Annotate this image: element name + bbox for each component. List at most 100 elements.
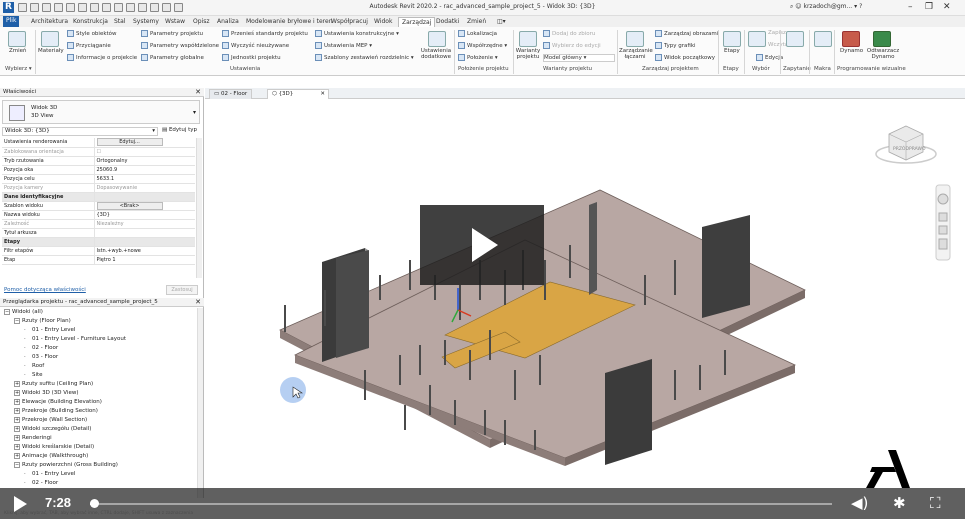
chevron-down-icon[interactable]: ▾ bbox=[193, 109, 196, 116]
property-value[interactable]: Niezależny bbox=[94, 219, 195, 228]
property-value[interactable]: 5633.1 bbox=[94, 174, 195, 183]
phases-button[interactable]: Etapy bbox=[724, 48, 740, 54]
tree-item[interactable]: + Renderingi bbox=[0, 434, 204, 443]
instance-selector[interactable]: Widok 3D: {3D} ▾ bbox=[2, 127, 158, 136]
modify-cursor-icon[interactable] bbox=[8, 31, 26, 47]
tree-item[interactable]: · 02 - Floor bbox=[0, 479, 204, 488]
minimize-button[interactable]: – bbox=[908, 2, 913, 12]
dynamo-player-icon[interactable] bbox=[873, 31, 891, 47]
expand-icon[interactable]: + bbox=[14, 416, 20, 423]
tab-annotate[interactable]: Opisz bbox=[190, 17, 212, 26]
tree-item[interactable]: + Rzuty sufitu (Ceiling Plan) bbox=[0, 380, 204, 389]
property-value[interactable]: Ortogonalny bbox=[94, 156, 195, 165]
object-styles-button[interactable]: Style obiektów bbox=[67, 30, 117, 37]
tab-architecture[interactable]: Architektura bbox=[28, 17, 71, 26]
progress-track[interactable] bbox=[90, 503, 832, 505]
property-value[interactable]: Istn.+wyb.+nowe bbox=[94, 246, 195, 255]
collapse-icon[interactable]: − bbox=[4, 308, 10, 315]
expand-icon[interactable]: + bbox=[14, 389, 20, 396]
close-icon[interactable]: ✕ bbox=[195, 298, 201, 306]
project-units-button[interactable]: Jednostki projektu bbox=[222, 54, 281, 61]
expand-icon[interactable]: + bbox=[14, 452, 20, 459]
tab-addins[interactable]: Dodatki bbox=[433, 17, 462, 26]
coordinates-button[interactable]: Współrzędne ▾ bbox=[458, 42, 507, 49]
location-button[interactable]: Lokalizacja bbox=[458, 30, 497, 37]
ribbon-minimize-icon[interactable]: ◫▾ bbox=[494, 17, 509, 26]
video-play-overlay[interactable] bbox=[420, 205, 544, 285]
tab-insert[interactable]: Wstaw bbox=[162, 17, 188, 26]
structural-settings-button[interactable]: Ustawienia konstrukcyjne ▾ bbox=[315, 30, 399, 37]
tab-massing[interactable]: Modelowanie bryłowe i teren bbox=[243, 17, 336, 26]
snaps-button[interactable]: Przyciąganie bbox=[67, 42, 111, 49]
maximize-button[interactable]: ❐ bbox=[925, 2, 933, 12]
tab-view[interactable]: Widok bbox=[371, 17, 395, 26]
tree-item[interactable]: + Przekroje (Building Section) bbox=[0, 407, 204, 416]
shared-parameters-button[interactable]: Parametry współdzielone bbox=[141, 42, 219, 49]
close-icon[interactable]: ✕ bbox=[195, 88, 201, 96]
tab-manage[interactable]: Zarządzaj bbox=[398, 17, 436, 27]
dynamo-button[interactable]: Dynamo bbox=[840, 48, 863, 54]
property-edit-button[interactable]: Edytuj... bbox=[96, 138, 163, 147]
panel-inquiry-label[interactable]: Zapytanie bbox=[783, 66, 811, 72]
tree-item[interactable]: · 02 - Floor bbox=[0, 344, 204, 353]
tree-item[interactable]: + Widoki kreślarskie (Detail) bbox=[0, 443, 204, 452]
property-value[interactable] bbox=[94, 228, 195, 237]
design-options-icon[interactable] bbox=[519, 31, 537, 47]
purge-unused-button[interactable]: Wyczyść nieużywane bbox=[222, 42, 289, 49]
additional-settings-button[interactable]: Ustawienia dodatkowe bbox=[419, 48, 453, 60]
tree-item[interactable]: + Przekroje (Wall Section) bbox=[0, 416, 204, 425]
tree-item[interactable]: − Widoki (all) bbox=[0, 308, 204, 317]
expand-icon[interactable]: + bbox=[14, 443, 20, 450]
tree-item[interactable]: · 01 - Entry Level bbox=[0, 470, 204, 479]
tree-item[interactable]: − Rzuty (Floor Plan) bbox=[0, 317, 204, 326]
tree-item[interactable]: · 03 - Floor bbox=[0, 353, 204, 362]
panel-select-label[interactable]: Wybierz ▾ bbox=[5, 66, 32, 72]
property-group-header[interactable]: Etapy bbox=[2, 237, 195, 246]
properties-scrollbar[interactable] bbox=[196, 138, 202, 278]
close-icon[interactable]: ✕ bbox=[320, 91, 325, 97]
tree-item[interactable]: − Rzuty powierzchni (Gross Building) bbox=[0, 461, 204, 470]
browser-scrollbar[interactable] bbox=[197, 308, 203, 498]
tree-item[interactable]: · Roof bbox=[0, 362, 204, 371]
expand-icon[interactable]: + bbox=[14, 425, 20, 432]
manage-images-button[interactable]: Zarządzaj obrazami bbox=[655, 30, 718, 37]
property-value[interactable]: Dopasowywanie bbox=[94, 183, 195, 192]
expand-icon[interactable]: + bbox=[14, 434, 20, 441]
play-button[interactable] bbox=[14, 496, 27, 512]
collapse-icon[interactable]: − bbox=[14, 461, 20, 468]
materials-button[interactable]: Materiały bbox=[38, 48, 64, 54]
property-value[interactable]: {3D} bbox=[94, 210, 195, 219]
manage-links-icon[interactable] bbox=[626, 31, 644, 47]
property-value[interactable]: Piętro 1 bbox=[94, 255, 195, 264]
mep-settings-button[interactable]: Ustawienia MEP ▾ bbox=[315, 42, 372, 49]
tab-analyze[interactable]: Analiza bbox=[214, 17, 242, 26]
apply-button[interactable]: Zastosuj bbox=[166, 285, 198, 295]
transfer-standards-button[interactable]: Przenieś standardy projektu bbox=[222, 30, 308, 37]
modify-button[interactable]: Zmień bbox=[9, 48, 27, 54]
tab-3d-view[interactable]: ⬡ {3D} ✕ bbox=[267, 89, 329, 99]
additional-settings-icon[interactable] bbox=[428, 31, 446, 47]
property-group-header[interactable]: Dane identyfikacyjne bbox=[2, 192, 195, 201]
macros-icon[interactable] bbox=[814, 31, 832, 47]
expand-icon[interactable]: + bbox=[14, 380, 20, 387]
tree-item[interactable]: + Animacje (Walkthrough) bbox=[0, 452, 204, 461]
project-info-button[interactable]: Informacje o projekcie bbox=[67, 54, 137, 61]
panel-macros-label[interactable]: Makra bbox=[814, 66, 831, 72]
position-button[interactable]: Położenie ▾ bbox=[458, 54, 498, 61]
tab-systems[interactable]: Systemy bbox=[130, 17, 162, 26]
tab-structure[interactable]: Konstrukcja bbox=[70, 17, 111, 26]
expand-icon[interactable]: + bbox=[14, 407, 20, 414]
volume-icon[interactable]: ◀) bbox=[851, 494, 868, 512]
property-edit-button[interactable]: <Brak> bbox=[96, 201, 163, 210]
tree-item[interactable]: · 01 - Entry Level bbox=[0, 326, 204, 335]
project-parameters-button[interactable]: Parametry projektu bbox=[141, 30, 203, 37]
fullscreen-icon[interactable]: ⛶ bbox=[930, 494, 941, 512]
materials-icon[interactable] bbox=[41, 31, 59, 47]
global-parameters-button[interactable]: Parametry globalne bbox=[141, 54, 204, 61]
3d-model-canvas[interactable]: PRZÓD PRAWO bbox=[205, 100, 965, 485]
expand-icon[interactable]: + bbox=[14, 398, 20, 405]
main-model-select[interactable]: Model główny ▾ bbox=[543, 54, 615, 62]
progress-knob[interactable] bbox=[89, 499, 99, 508]
type-selector[interactable]: Widok 3D 3D View ▾ bbox=[2, 100, 200, 124]
edit-type-button[interactable]: ▤ Edytuj typ bbox=[162, 127, 197, 133]
